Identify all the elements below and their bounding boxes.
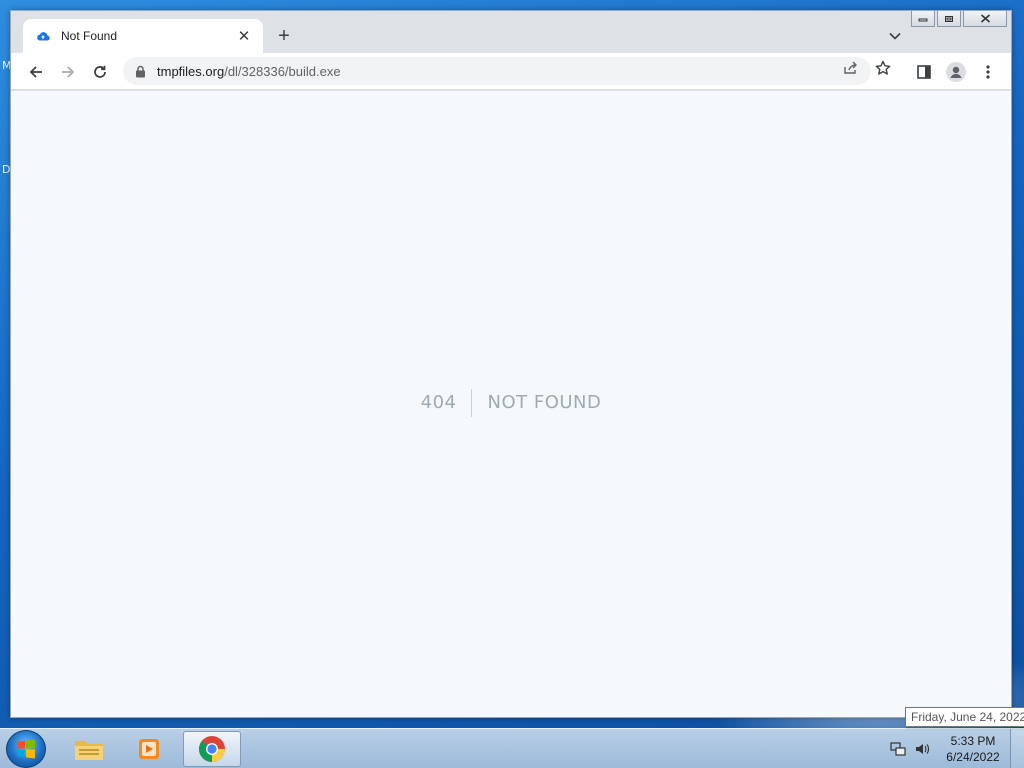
windows-logo-icon <box>17 739 35 759</box>
close-button[interactable] <box>963 11 1007 27</box>
start-button[interactable] <box>6 730 46 768</box>
url-path: /dl/328336/build.exe <box>224 63 341 79</box>
window-controls <box>909 11 1007 27</box>
media-player-icon <box>139 739 159 759</box>
error-message: 404 NOT FOUND <box>11 389 1011 417</box>
tab-strip: Not Found ✕ + <box>11 11 1011 53</box>
forward-arrow-icon[interactable] <box>57 61 79 83</box>
network-icon[interactable] <box>890 741 906 757</box>
tab-title: Not Found <box>61 29 118 43</box>
cloud-favicon-icon <box>35 28 51 44</box>
address-bar[interactable]: tmpfiles.org/dl/328336/build.exe <box>123 57 871 85</box>
more-menu-icon[interactable] <box>977 61 999 83</box>
chrome-taskbar-button[interactable] <box>183 731 241 767</box>
back-arrow-icon[interactable] <box>25 61 47 83</box>
page-content: 404 NOT FOUND <box>11 91 1011 717</box>
lock-icon[interactable] <box>133 64 147 78</box>
taskbar-clock[interactable]: 5:33 PM 6/24/2022 <box>940 733 1006 765</box>
minimize-button[interactable] <box>911 11 935 27</box>
side-panel-icon[interactable] <box>913 61 935 83</box>
media-player-taskbar-button[interactable] <box>120 731 178 767</box>
profile-avatar-icon[interactable] <box>945 61 967 83</box>
show-desktop-button[interactable] <box>1010 729 1024 768</box>
tab-not-found[interactable]: Not Found ✕ <box>23 19 263 53</box>
browser-toolbar: tmpfiles.org/dl/328336/build.exe <box>11 53 1011 90</box>
folder-icon <box>75 741 103 760</box>
volume-icon[interactable] <box>914 741 930 757</box>
chrome-icon <box>198 736 226 763</box>
url-text[interactable]: tmpfiles.org/dl/328336/build.exe <box>157 64 871 79</box>
error-code: 404 <box>421 389 473 417</box>
reload-icon[interactable] <box>89 61 111 83</box>
clock-date: 6/24/2022 <box>946 750 1000 764</box>
restore-button[interactable] <box>937 11 961 27</box>
error-text: NOT FOUND <box>487 392 602 413</box>
clock-time: 5:33 PM <box>950 734 996 748</box>
taskbar: 5:33 PM 6/24/2022 <box>0 728 1024 768</box>
url-host: tmpfiles.org <box>157 63 225 79</box>
tab-close-icon[interactable]: ✕ <box>235 27 253 45</box>
date-tooltip: Friday, June 24, 2022 <box>905 707 1024 727</box>
bookmark-star-icon[interactable] <box>874 59 892 77</box>
share-icon[interactable] <box>842 59 860 77</box>
tab-search-chevron-icon[interactable] <box>885 26 905 46</box>
file-explorer-taskbar-button[interactable] <box>60 731 118 767</box>
browser-window: Not Found ✕ + tmpfiles.org/dl/328336/bui… <box>10 10 1012 718</box>
new-tab-button[interactable]: + <box>273 25 295 47</box>
